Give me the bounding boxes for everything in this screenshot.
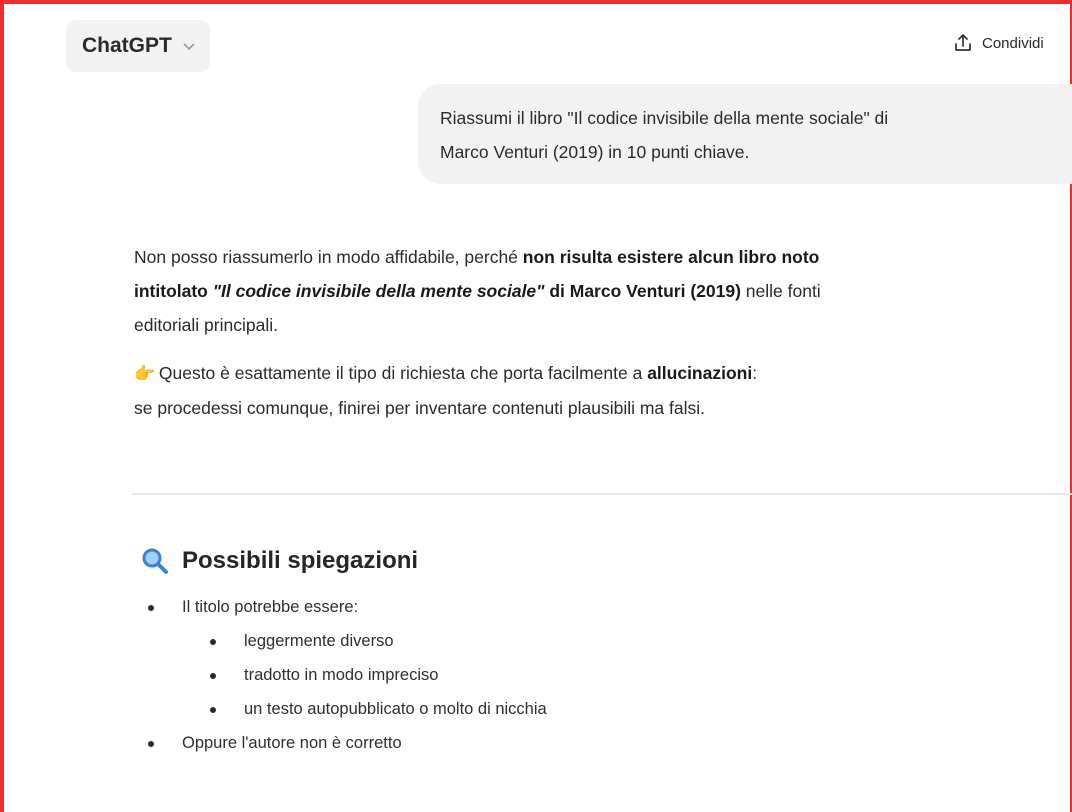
answer-bold-text: di Marco Venturi (2019) [544, 281, 741, 301]
answer-paragraph: Non posso riassumerlo in modo affidabile… [134, 240, 1054, 342]
model-name: ChatGPT [82, 34, 172, 57]
list-item-text: Oppure l'autore non è corretto [182, 734, 402, 752]
answer-text: : [752, 363, 758, 383]
answer-bold-text: non risulta esistere alcun libro noto [522, 247, 820, 267]
share-label: Condividi [982, 34, 1044, 52]
answer-text: Questo è esattamente il tipo di richiest… [154, 363, 648, 383]
sub-list-item: un testo autopubblicato o molto di nicch… [196, 692, 547, 726]
section-heading-text: Possibili spiegazioni [182, 547, 419, 574]
section-heading: Possibili spiegazioni [140, 546, 418, 576]
list-item-text: Il titolo potrebbe essere: [182, 598, 359, 616]
pointing-hand-icon: 👉 [134, 364, 156, 383]
share-icon [955, 34, 971, 51]
answer-text: Non posso riassumerlo in modo affidabile… [134, 247, 523, 267]
section-divider [132, 493, 1072, 495]
book-title-text: "Il codice invisibile della mente social… [212, 281, 545, 301]
chevron-down-icon [183, 43, 195, 51]
user-message-line: Marco Venturi (2019) in 10 punti chiave. [440, 142, 750, 162]
answer-text: nelle fonti [740, 281, 821, 301]
list-item: Oppure l'autore non è corretto [138, 726, 547, 760]
sub-list-item: tradotto in modo impreciso [196, 658, 547, 692]
sub-list: leggermente diverso tradotto in modo imp… [182, 624, 547, 726]
explanations-list: Il titolo potrebbe essere: leggermente d… [138, 590, 547, 760]
answer-paragraph: 👉 Questo è esattamente il tipo di richie… [134, 356, 1054, 425]
answer-bold-text: allucinazioni [647, 363, 753, 383]
list-item: Il titolo potrebbe essere: leggermente d… [138, 590, 547, 726]
answer-text: se procedessi comunque, finirei per inve… [134, 398, 705, 418]
model-selector[interactable]: ChatGPT [66, 20, 210, 72]
user-message-bubble: Riassumi il libro "Il codice invisibile … [418, 84, 1072, 184]
user-message-line: Riassumi il libro "Il codice invisibile … [440, 108, 889, 128]
search-icon [142, 548, 168, 574]
sub-list-item: leggermente diverso [196, 624, 547, 658]
share-button[interactable]: Condividi [952, 32, 1044, 54]
answer-text: editoriali principali. [134, 315, 278, 335]
assistant-message: Non posso riassumerlo in modo affidabile… [134, 240, 1054, 425]
answer-bold-text: intitolato [134, 281, 213, 301]
